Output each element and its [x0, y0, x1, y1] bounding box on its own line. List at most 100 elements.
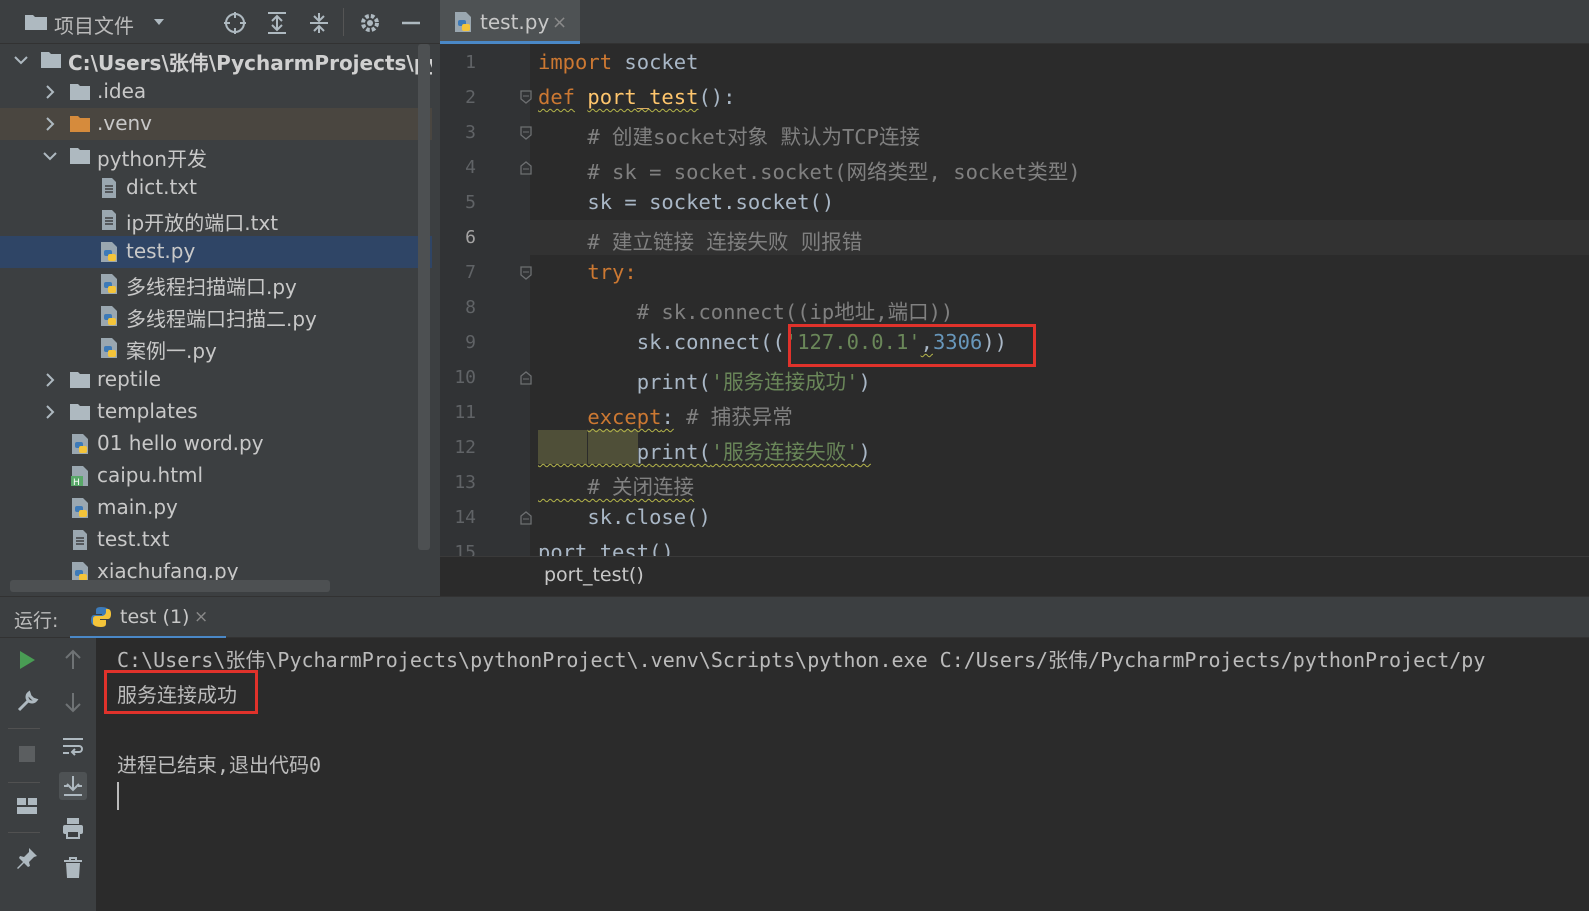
collapse-all-icon[interactable] [306, 10, 332, 36]
comment-token: # 建立链接 连接失败 则报错 [587, 230, 863, 254]
gear-icon[interactable] [357, 10, 383, 36]
tree-item[interactable]: .venv [0, 108, 432, 140]
project-view-selector[interactable]: 项目文件 [54, 10, 134, 39]
identifier-token: socket [624, 50, 699, 74]
keyword-token: import [538, 50, 613, 74]
code-line-6: # 建立链接 连接失败 则报错 [538, 225, 862, 255]
wrench-icon[interactable] [13, 688, 41, 716]
tree-item-label: 多线程扫描端口.py [126, 275, 297, 299]
code-line-12: print('服务连接失败') [538, 435, 871, 465]
tree-item[interactable]: 多线程扫描端口.py [0, 268, 432, 300]
fold-marker-icon[interactable] [520, 266, 532, 280]
fold-marker-icon[interactable] [520, 511, 532, 525]
tree-item-label: ip开放的端口.txt [126, 211, 279, 235]
chevron-right-icon[interactable] [43, 117, 57, 131]
down-icon[interactable] [59, 688, 87, 716]
code-editor[interactable]: 1 2 3 4 5 6 7 8 9 10 11 12 13 14 15 import socket def … [440, 44, 1589, 556]
scroll-to-end-icon[interactable] [59, 772, 87, 800]
tree-item[interactable]: dict.txt [0, 172, 432, 204]
toolbar-divider [343, 8, 344, 36]
tree-vertical-scrollbar[interactable] [418, 44, 430, 550]
code-token: print( [636, 440, 711, 464]
folder-icon [70, 404, 90, 420]
line-number: 5 [465, 192, 476, 213]
run-icon[interactable] [13, 646, 41, 674]
tree-item-label: .idea [97, 79, 147, 103]
print-icon[interactable] [59, 814, 87, 842]
run-tab-label: test (1) [120, 606, 190, 628]
tree-item[interactable]: main.py [0, 492, 432, 524]
tree-item-label: python开发 [97, 147, 207, 171]
tree-item[interactable]: .idea [0, 76, 432, 108]
tree-item-label: 01 hello word.py [97, 431, 264, 455]
rerun-up-icon[interactable] [59, 646, 87, 674]
comment-token: # sk.connect((ip地址,端口)) [636, 300, 954, 324]
line-number: 4 [465, 157, 476, 178]
stop-icon[interactable] [13, 740, 41, 768]
tree-item[interactable]: ip开放的端口.txt [0, 204, 432, 236]
python-file-icon [101, 274, 117, 294]
project-panel: 项目文件 C:\Users\张伟\PycharmProjects\pytho .i… [0, 0, 440, 600]
layout-icon[interactable] [13, 792, 41, 820]
chevron-right-icon[interactable] [43, 405, 57, 419]
tree-item-label: test.txt [97, 527, 170, 551]
code-line-2: def port_test(): [538, 85, 736, 109]
soft-wrap-icon[interactable] [59, 732, 87, 760]
chevron-right-icon[interactable] [43, 85, 57, 99]
console-output[interactable]: C:\Users\张伟\PycharmProjects\pythonProjec… [96, 638, 1589, 911]
tree-item[interactable]: test.txt [0, 524, 432, 556]
text-file-icon [102, 178, 116, 198]
trash-icon[interactable] [59, 854, 87, 882]
tree-item-label: .venv [97, 111, 153, 135]
tree-horizontal-scrollbar[interactable] [10, 580, 330, 592]
tree-item[interactable]: Hcaipu.html [0, 460, 432, 492]
svg-text:H: H [73, 478, 80, 487]
fold-marker-icon[interactable] [520, 161, 532, 175]
line-number: 14 [454, 507, 476, 528]
punct-token: ) [858, 370, 871, 394]
run-tab-test-1[interactable]: test (1) × [70, 597, 226, 639]
chevron-down-icon[interactable] [14, 53, 28, 67]
punct-token: : [661, 405, 674, 429]
tree-item[interactable]: reptile [0, 364, 432, 396]
tree-item-label: reptile [97, 367, 162, 391]
run-panel-label: 运行: [14, 610, 59, 632]
folder-icon [70, 116, 90, 132]
fold-marker-icon[interactable] [520, 90, 532, 104]
line-number: 3 [465, 122, 476, 143]
fold-marker-icon[interactable] [520, 126, 532, 140]
close-icon[interactable]: × [194, 607, 208, 627]
breadcrumb[interactable]: port_test() [544, 564, 644, 586]
line-number: 12 [454, 437, 476, 458]
locate-icon[interactable] [222, 10, 248, 36]
tree-item[interactable]: test.py [0, 236, 432, 268]
tree-item-label: C:\Users\张伟\PycharmProjects\pytho [68, 51, 432, 75]
comment-token: # 捕获异常 [686, 405, 793, 429]
tree-item[interactable]: C:\Users\张伟\PycharmProjects\pytho [0, 44, 432, 76]
chevron-down-icon[interactable] [152, 15, 166, 29]
project-panel-header: 项目文件 [0, 0, 440, 44]
tree-item-label: 案例一.py [126, 339, 217, 363]
chevron-down-icon[interactable] [43, 149, 57, 163]
fold-marker-icon[interactable] [520, 371, 532, 385]
tree-item[interactable]: python开发 [0, 140, 432, 172]
pin-icon[interactable] [13, 844, 41, 872]
code-line-3: # 创建socket对象 默认为TCP连接 [538, 120, 920, 150]
close-icon[interactable]: × [552, 12, 567, 33]
tree-item[interactable]: 多线程端口扫描二.py [0, 300, 432, 332]
chevron-right-icon[interactable] [43, 373, 57, 387]
expand-all-icon[interactable] [264, 10, 290, 36]
editor-tab-test-py[interactable]: test.py × [440, 0, 580, 44]
tree-item[interactable]: 01 hello word.py [0, 428, 432, 460]
folder-icon [70, 372, 90, 388]
tree-item[interactable]: 案例一.py [0, 332, 432, 364]
folder-icon [41, 52, 61, 68]
editor-tab-bar: test.py × [440, 0, 1589, 44]
minimize-icon[interactable] [398, 10, 424, 36]
code-token: port_test() [538, 540, 674, 556]
tree-item[interactable]: templates [0, 396, 432, 428]
python-file-icon [101, 242, 117, 262]
run-toolbar [0, 638, 96, 911]
tree-item-label: test.py [126, 239, 196, 263]
code-line-5: sk = socket.socket() [538, 190, 834, 214]
